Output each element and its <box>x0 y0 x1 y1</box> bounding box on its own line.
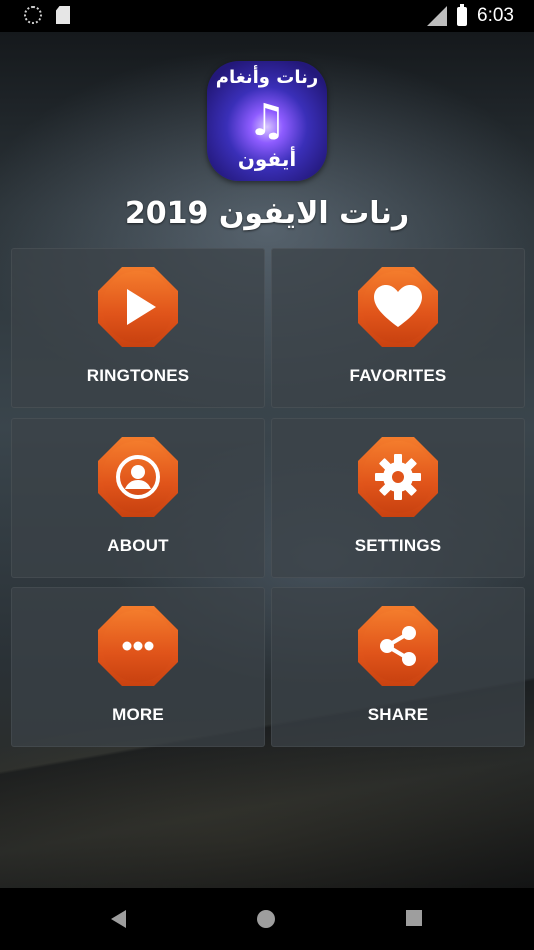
user-icon <box>116 455 160 499</box>
status-time: 6:03 <box>477 5 514 26</box>
share-button[interactable]: SHARE <box>271 587 525 747</box>
share-label: SHARE <box>367 705 429 724</box>
settings-badge <box>358 437 438 517</box>
navigation-bar <box>0 888 534 950</box>
more-button[interactable]: MORE <box>11 587 265 747</box>
share-badge <box>358 606 438 686</box>
ringtones-button[interactable]: RINGTONES <box>11 248 265 408</box>
status-right-icons: 6:03 <box>427 3 514 27</box>
music-note-icon: ♫ <box>247 95 287 146</box>
play-icon <box>127 289 156 325</box>
page-title: رنات الايفون 2019 <box>124 196 410 231</box>
home-icon[interactable] <box>257 910 275 928</box>
loading-spinner-icon <box>24 6 42 24</box>
share-icon <box>380 626 416 666</box>
favorites-label: FAVORITES <box>349 366 447 385</box>
sd-card-icon <box>56 6 70 24</box>
settings-button[interactable]: SETTINGS <box>271 418 525 578</box>
ringtones-label: RINGTONES <box>86 366 190 385</box>
app-logo: رنات وأنغام ♫ أيفون <box>207 61 327 181</box>
more-badge <box>98 606 178 686</box>
logo-top-text: رنات وأنغام <box>215 67 319 88</box>
gear-icon <box>375 454 421 500</box>
status-bar: 6:03 <box>0 0 534 32</box>
settings-label: SETTINGS <box>354 536 442 555</box>
ringtones-badge <box>98 267 178 347</box>
favorites-button[interactable]: FAVORITES <box>271 248 525 408</box>
logo-bottom-text: أيفون <box>237 147 297 171</box>
battery-icon <box>457 3 468 26</box>
status-left-icons <box>24 6 70 24</box>
about-button[interactable]: ABOUT <box>11 418 265 578</box>
back-icon[interactable] <box>111 910 126 928</box>
more-label: MORE <box>112 705 164 724</box>
recents-icon[interactable] <box>406 910 422 926</box>
dots-icon <box>122 641 154 651</box>
about-label: ABOUT <box>107 536 169 555</box>
heart-icon <box>374 285 422 327</box>
about-badge <box>98 437 178 517</box>
signal-icon <box>427 6 448 26</box>
favorites-badge <box>358 267 438 347</box>
